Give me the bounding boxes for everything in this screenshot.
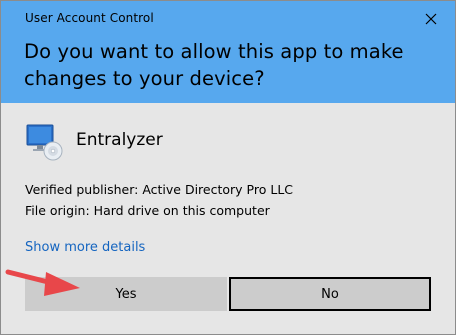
- show-more-details-link[interactable]: Show more details: [25, 240, 145, 255]
- file-origin: File origin: Hard drive on this computer: [25, 203, 270, 218]
- close-icon: [425, 13, 437, 25]
- app-name: Entralyzer: [76, 130, 163, 150]
- app-info-row: Entralyzer: [24, 121, 163, 163]
- yes-button[interactable]: Yes: [25, 277, 227, 311]
- window-title: User Account Control: [25, 11, 154, 25]
- no-button[interactable]: No: [229, 277, 431, 311]
- uac-dialog: User Account Control Do you want to allo…: [0, 0, 456, 335]
- uac-question: Do you want to allow this app to make ch…: [24, 40, 404, 90]
- verified-publisher: Verified publisher: Active Directory Pro…: [25, 182, 294, 197]
- close-button[interactable]: [419, 7, 443, 31]
- dialog-header: User Account Control Do you want to allo…: [1, 1, 455, 103]
- computer-cd-icon: [26, 124, 63, 161]
